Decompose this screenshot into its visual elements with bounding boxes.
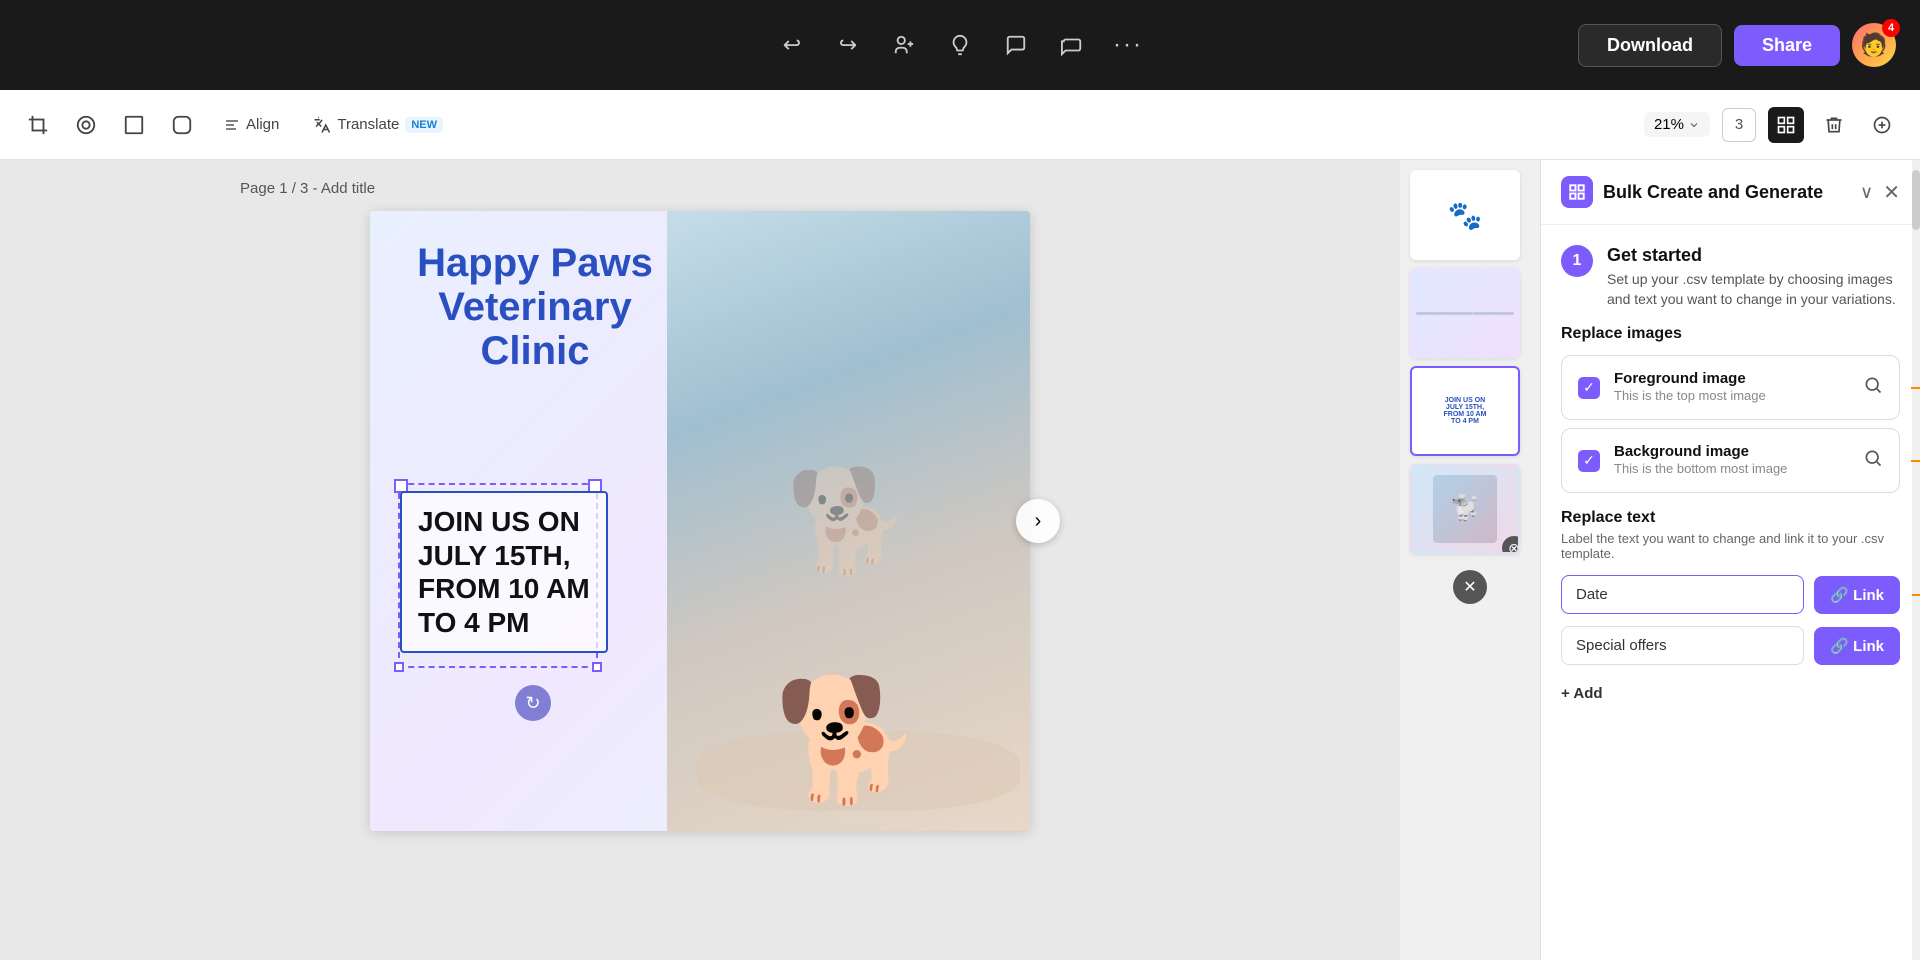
top-bar-actions: Download Share 🧑 — [1578, 23, 1896, 67]
top-bar-center: ↩ ↪ ··· — [772, 25, 1148, 65]
panel-scrollbar[interactable] — [1912, 160, 1920, 960]
foreground-image-text: Foreground image This is the top most im… — [1614, 370, 1863, 405]
thumbnail-2[interactable] — [1410, 268, 1520, 358]
replace-text-section: Replace text Label the text you want to … — [1561, 509, 1900, 710]
close-thumbnail-area: ✕ — [1410, 570, 1530, 604]
panel-header: Bulk Create and Generate ∨ ✕ — [1541, 160, 1920, 225]
special-offers-input[interactable] — [1561, 626, 1804, 665]
label-b-container: B — [1911, 452, 1920, 470]
download-button[interactable]: Download — [1578, 24, 1722, 67]
add-user-icon[interactable] — [884, 25, 924, 65]
label-c-container: C — [1912, 586, 1920, 604]
step-title: Get started — [1607, 245, 1900, 266]
background-image-desc: This is the bottom most image — [1614, 461, 1787, 476]
translate-button[interactable]: Translate NEW — [303, 110, 453, 140]
panel-title: Bulk Create and Generate — [1603, 182, 1850, 203]
label-c-line — [1912, 594, 1920, 596]
zoom-control[interactable]: 21% — [1644, 112, 1710, 137]
grid-tool[interactable] — [1768, 107, 1804, 143]
undo-button[interactable]: ↩ — [772, 25, 812, 65]
vet-title: Happy Paws Veterinary Clinic — [390, 241, 680, 373]
panel-close-button[interactable]: ✕ — [1883, 180, 1900, 205]
vet-dog-photo: 🐕 — [667, 211, 1030, 831]
foreground-image-option: ✓ Foreground image This is the top most … — [1561, 355, 1900, 420]
canvas-wrapper: 🐕 Happy Paws Veterinary Clinic — [370, 211, 1030, 831]
label-a-container: A — [1911, 379, 1920, 397]
background-image-title: Background image — [1614, 443, 1863, 460]
crop-tool[interactable] — [20, 107, 56, 143]
background-search-icon[interactable] — [1863, 448, 1883, 473]
thumbnail-panel: 🐾 JOIN US ONJULY 15TH,FROM 10 AMTO 4 PM … — [1400, 160, 1540, 960]
link-button-special-offers[interactable]: 🔗 Link — [1814, 627, 1900, 665]
replace-text-label: Replace text — [1561, 509, 1900, 527]
panel-scrollbar-thumb — [1912, 170, 1920, 230]
main-content: Page 1 / 3 - Add title 🐕 — [0, 160, 1920, 960]
redo-button[interactable]: ↪ — [828, 25, 868, 65]
text-row-special-offers: 🔗 Link — [1561, 626, 1900, 665]
vet-design: 🐕 Happy Paws Veterinary Clinic — [370, 211, 1030, 831]
top-bar: ↩ ↪ ··· Download Share 🧑 — [0, 0, 1920, 90]
add-tool[interactable] — [1864, 107, 1900, 143]
rotate-button[interactable]: ↻ — [515, 685, 551, 721]
comment-icon[interactable] — [996, 25, 1036, 65]
foreground-checkbox[interactable]: ✓ — [1578, 377, 1600, 399]
toolbar-left: Align Translate NEW — [20, 107, 1628, 143]
add-text-button[interactable]: + Add — [1561, 677, 1603, 710]
step-description: Set up your .csv template by choosing im… — [1607, 270, 1900, 309]
next-page-arrow[interactable]: › — [1016, 499, 1060, 543]
align-button[interactable]: Align — [212, 110, 291, 139]
chat-icon[interactable] — [1052, 25, 1092, 65]
share-button[interactable]: Share — [1734, 25, 1840, 66]
thumbnail-1[interactable]: 🐾 — [1410, 170, 1520, 260]
lightbulb-icon[interactable] — [940, 25, 980, 65]
rect-tool[interactable] — [116, 107, 152, 143]
label-a-line — [1911, 387, 1920, 389]
effects-tool[interactable] — [68, 107, 104, 143]
vet-date-box: JOIN US ON JULY 15TH, FROM 10 AM TO 4 PM — [400, 491, 608, 653]
step-header: 1 Get started Set up your .csv template … — [1561, 245, 1900, 309]
replace-images-label: Replace images — [1561, 325, 1900, 343]
label-b-line — [1911, 460, 1920, 462]
canvas-card: 🐕 Happy Paws Veterinary Clinic — [370, 211, 1030, 831]
page-label: Page 1 / 3 - Add title — [240, 180, 375, 197]
background-checkbox[interactable]: ✓ — [1578, 450, 1600, 472]
more-button[interactable]: ··· — [1108, 25, 1148, 65]
thumbnail-4[interactable]: 🐩 ⊗ — [1410, 464, 1520, 554]
foreground-search-icon[interactable] — [1863, 375, 1883, 400]
link-button-date[interactable]: 🔗 Link — [1814, 576, 1900, 614]
text-row-date: 🔗 Link C — [1561, 575, 1900, 614]
new-badge: NEW — [405, 117, 443, 133]
foreground-image-title: Foreground image — [1614, 370, 1863, 387]
thumbnail-3[interactable]: JOIN US ONJULY 15TH,FROM 10 AMTO 4 PM — [1410, 366, 1520, 456]
toolbar-right: 21% 3 — [1644, 107, 1900, 143]
step-info: Get started Set up your .csv template by… — [1607, 245, 1900, 309]
delete-tool[interactable] — [1816, 107, 1852, 143]
panel-body: 1 Get started Set up your .csv template … — [1541, 225, 1920, 960]
close-thumbnail-button[interactable]: ✕ — [1453, 570, 1487, 604]
vet-date-text: JOIN US ON JULY 15TH, FROM 10 AM TO 4 PM — [418, 505, 590, 639]
thumbnail-delete-icon[interactable]: ⊗ — [1502, 536, 1520, 554]
avatar[interactable]: 🧑 — [1852, 23, 1896, 67]
foreground-image-desc: This is the top most image — [1614, 388, 1766, 403]
right-panel: Bulk Create and Generate ∨ ✕ 1 Get start… — [1540, 160, 1920, 960]
replace-text-desc: Label the text you want to change and li… — [1561, 531, 1900, 561]
page-indicator[interactable]: 3 — [1722, 108, 1756, 142]
background-image-text: Background image This is the bottom most… — [1614, 443, 1863, 478]
toolbar: Align Translate NEW 21% 3 — [0, 90, 1920, 160]
step-number: 1 — [1561, 245, 1593, 277]
vet-header: Happy Paws Veterinary Clinic — [370, 241, 700, 373]
panel-icon — [1561, 176, 1593, 208]
panel-chevron[interactable]: ∨ — [1860, 182, 1873, 203]
rounded-rect-tool[interactable] — [164, 107, 200, 143]
canvas-area: Page 1 / 3 - Add title 🐕 — [0, 160, 1400, 960]
date-input[interactable] — [1561, 575, 1804, 614]
background-image-option: ✓ Background image This is the bottom mo… — [1561, 428, 1900, 493]
